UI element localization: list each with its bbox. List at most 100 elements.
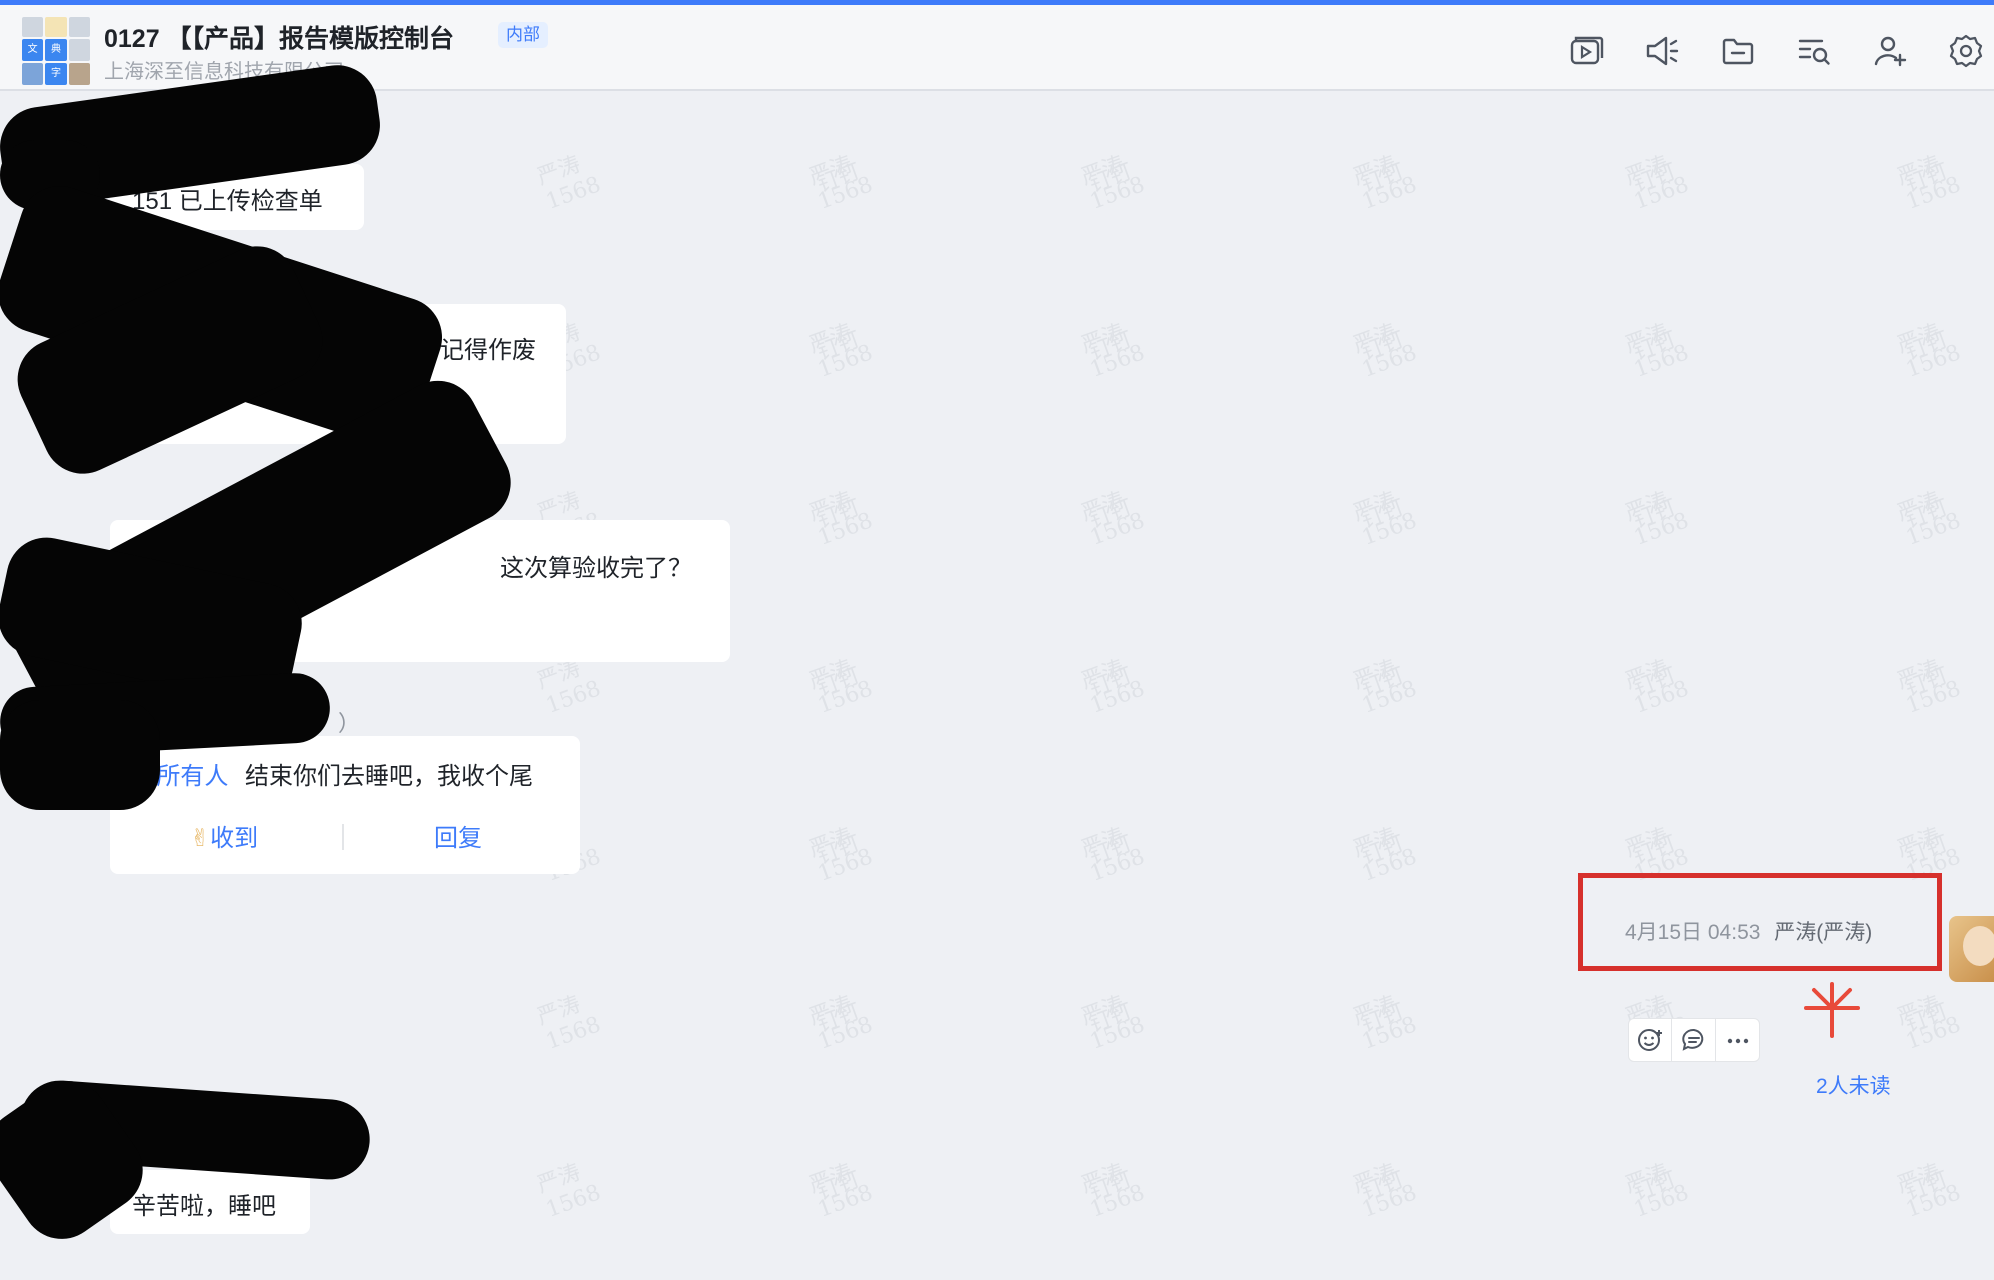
action-divider — [342, 824, 344, 850]
watermark-text: 严涛1568 — [1077, 823, 1149, 887]
watermark-text: 严涛1568 — [1893, 151, 1965, 215]
watermark-text: 严涛1568 — [1621, 151, 1693, 215]
internal-tag: 内部 — [498, 22, 548, 48]
watermark-text: 钉钉 — [1357, 159, 1408, 198]
watermark-text: 钉钉 — [1901, 999, 1952, 1038]
settings-icon[interactable] — [1946, 31, 1986, 71]
more-icon[interactable] — [1723, 1025, 1753, 1055]
folder-icon[interactable] — [1718, 31, 1758, 71]
watermark-text: 钉钉 — [1629, 663, 1680, 702]
watermark-text: 严涛1568 — [1349, 151, 1421, 215]
watermark-text: 严涛1568 — [1077, 319, 1149, 383]
watermark-text: 严涛1568 — [805, 487, 877, 551]
hand-ok-icon: ✌ — [190, 825, 211, 852]
watermark-text: 钉钉 — [1629, 1167, 1680, 1206]
watermark-text: 严涛1568 — [1621, 1159, 1693, 1223]
watermark-text: 严涛1568 — [1077, 1159, 1149, 1223]
watermark-text: 严涛1568 — [1077, 655, 1149, 719]
watermark-text: 严涛1568 — [1893, 1159, 1965, 1223]
watermark-text: 严涛1568 — [805, 655, 877, 719]
watermark-text: 钉钉 — [1085, 495, 1136, 534]
add-reaction-icon[interactable] — [1635, 1025, 1665, 1055]
message-action-row: ✌收到 回复 — [110, 804, 580, 874]
watermark-text: 钉钉 — [1085, 327, 1136, 366]
watermark-text: 钉钉 — [1357, 495, 1408, 534]
chat-title[interactable]: 0127 【【产品】报告模版控制台 — [104, 19, 454, 55]
reply-button[interactable]: 回复 — [434, 818, 482, 853]
watermark-text: 钉钉 — [1085, 663, 1136, 702]
voice-broadcast-icon[interactable] — [1642, 31, 1682, 71]
watermark-text: 钉钉 — [1357, 663, 1408, 702]
watermark-text: 钉钉 — [1357, 999, 1408, 1038]
watermark-text: 钉钉 — [1901, 327, 1952, 366]
message-hover-toolbar — [1628, 1018, 1760, 1062]
ack-button[interactable]: ✌收到 — [190, 818, 258, 853]
watermark-text: 钉钉 — [813, 159, 864, 198]
watermark-text: 钉钉 — [1901, 495, 1952, 534]
watermark-text: 钉钉 — [1357, 1167, 1408, 1206]
watermark-text: 严涛1568 — [1077, 151, 1149, 215]
watermark-text: 严涛1568 — [1349, 487, 1421, 551]
watermark-text: 严涛1568 — [1893, 487, 1965, 551]
watermark-text: 严涛1568 — [805, 991, 877, 1055]
watermark-text: 严涛1568 — [805, 151, 877, 215]
watermark-text: 严涛1568 — [805, 823, 877, 887]
message-text: 辛苦啦，睡吧 — [132, 1193, 276, 1220]
watermark-text: 严涛1568 — [1349, 655, 1421, 719]
watermark-text: 严涛1568 — [1621, 655, 1693, 719]
watermark-text: 钉钉 — [1085, 159, 1136, 198]
group-avatar[interactable]: 文 典 字 — [22, 17, 90, 85]
redaction-scribble — [0, 700, 160, 810]
message-text: 记得作废 — [440, 337, 536, 364]
unread-count[interactable]: 2人未读 — [1816, 1070, 1891, 1100]
watermark-text: 钉钉 — [1085, 1167, 1136, 1206]
watermark-text: 钉钉 — [813, 495, 864, 534]
watermark-text: 钉钉 — [1085, 831, 1136, 870]
watermark-text: 严涛1568 — [1621, 487, 1693, 551]
annotation-highlight-box — [1578, 873, 1942, 971]
watermark-text: 钉钉 — [1901, 831, 1952, 870]
watermark-text: 钉钉 — [1357, 831, 1408, 870]
watermark-text: 钉钉 — [813, 999, 864, 1038]
watermark-text: 钉钉 — [813, 327, 864, 366]
message-text: 这次算验收完了？ — [500, 555, 692, 582]
watermark-text: 严涛1568 — [1893, 319, 1965, 383]
message-bubble-announcement[interactable]: @所有人 结束你们去睡吧，我收个尾 ✌收到 回复 — [110, 736, 580, 874]
watermark-text: 钉钉 — [1085, 999, 1136, 1038]
watermark-text: 严涛1568 — [1349, 823, 1421, 887]
my-avatar[interactable] — [1949, 916, 1994, 982]
watermark-text: 钉钉 — [1901, 663, 1952, 702]
avatar-char-2: 典 — [45, 39, 67, 61]
watermark-text: 钉钉 — [1901, 1167, 1952, 1206]
message-text: 结束你们去睡吧，我收个尾 — [245, 763, 534, 790]
watermark-text: 钉钉 — [1357, 327, 1408, 366]
watermark-text: 钉钉 — [1629, 159, 1680, 198]
watermark-text: 严涛1568 — [1349, 1159, 1421, 1223]
video-meeting-icon[interactable] — [1566, 31, 1606, 71]
watermark-text: 严涛1568 — [1349, 319, 1421, 383]
avatar-char-3: 字 — [45, 63, 67, 85]
sender-name: ） — [338, 711, 361, 736]
reply-comment-icon[interactable] — [1679, 1025, 1709, 1055]
watermark-text: 钉钉 — [1629, 831, 1680, 870]
watermark-text: 钉钉 — [1629, 495, 1680, 534]
watermark-text: 严涛1568 — [1621, 319, 1693, 383]
watermark-text: 钉钉 — [1629, 327, 1680, 366]
watermark-text: 严涛1568 — [1349, 991, 1421, 1055]
firework-sticker-icon[interactable] — [1800, 978, 1864, 1038]
watermark-text: 严涛1568 — [1893, 655, 1965, 719]
watermark-text: 钉钉 — [1901, 159, 1952, 198]
watermark-text: 严涛1568 — [1077, 991, 1149, 1055]
watermark-text: 严涛1568 — [533, 151, 605, 215]
watermark-text: 钉钉 — [813, 1167, 864, 1206]
watermark-text: 严涛1568 — [533, 1159, 605, 1223]
watermark-text: 钉钉 — [813, 663, 864, 702]
watermark-text: 严涛1568 — [1893, 991, 1965, 1055]
add-member-icon[interactable] — [1870, 31, 1910, 71]
watermark-text: 严涛1568 — [1077, 487, 1149, 551]
watermark-text: 严涛1568 — [805, 319, 877, 383]
search-chat-icon[interactable] — [1794, 31, 1834, 71]
watermark-text: 严涛1568 — [805, 1159, 877, 1223]
avatar-char-1: 文 — [22, 39, 44, 61]
watermark-text: 钉钉 — [813, 831, 864, 870]
